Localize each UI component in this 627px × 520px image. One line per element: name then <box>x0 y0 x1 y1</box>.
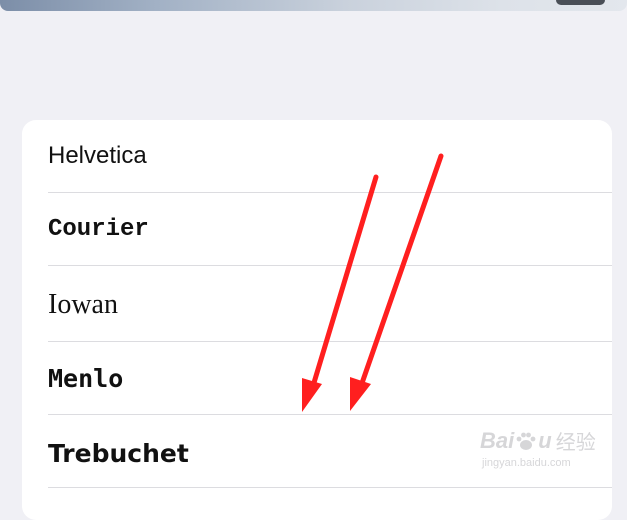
font-option-label: Courier <box>48 215 149 243</box>
font-option-label: Helvetica <box>48 141 147 169</box>
font-option-helvetica[interactable]: Helvetica <box>48 120 612 193</box>
font-option-courier[interactable]: Courier <box>48 193 612 266</box>
font-option-label: Iowan <box>48 289 118 320</box>
font-list: Helvetica Courier Iowan Menlo Trebuchet <box>22 120 612 520</box>
font-option-label: Trebuchet <box>48 438 189 468</box>
font-option-menlo[interactable]: Menlo <box>48 342 612 415</box>
wallpaper-preview-strip <box>0 0 627 11</box>
font-option-label: Menlo <box>48 363 124 393</box>
font-option-trebuchet[interactable]: Trebuchet <box>48 415 612 488</box>
font-option-iowan[interactable]: Iowan <box>48 265 612 342</box>
preview-control-button[interactable] <box>556 0 605 5</box>
